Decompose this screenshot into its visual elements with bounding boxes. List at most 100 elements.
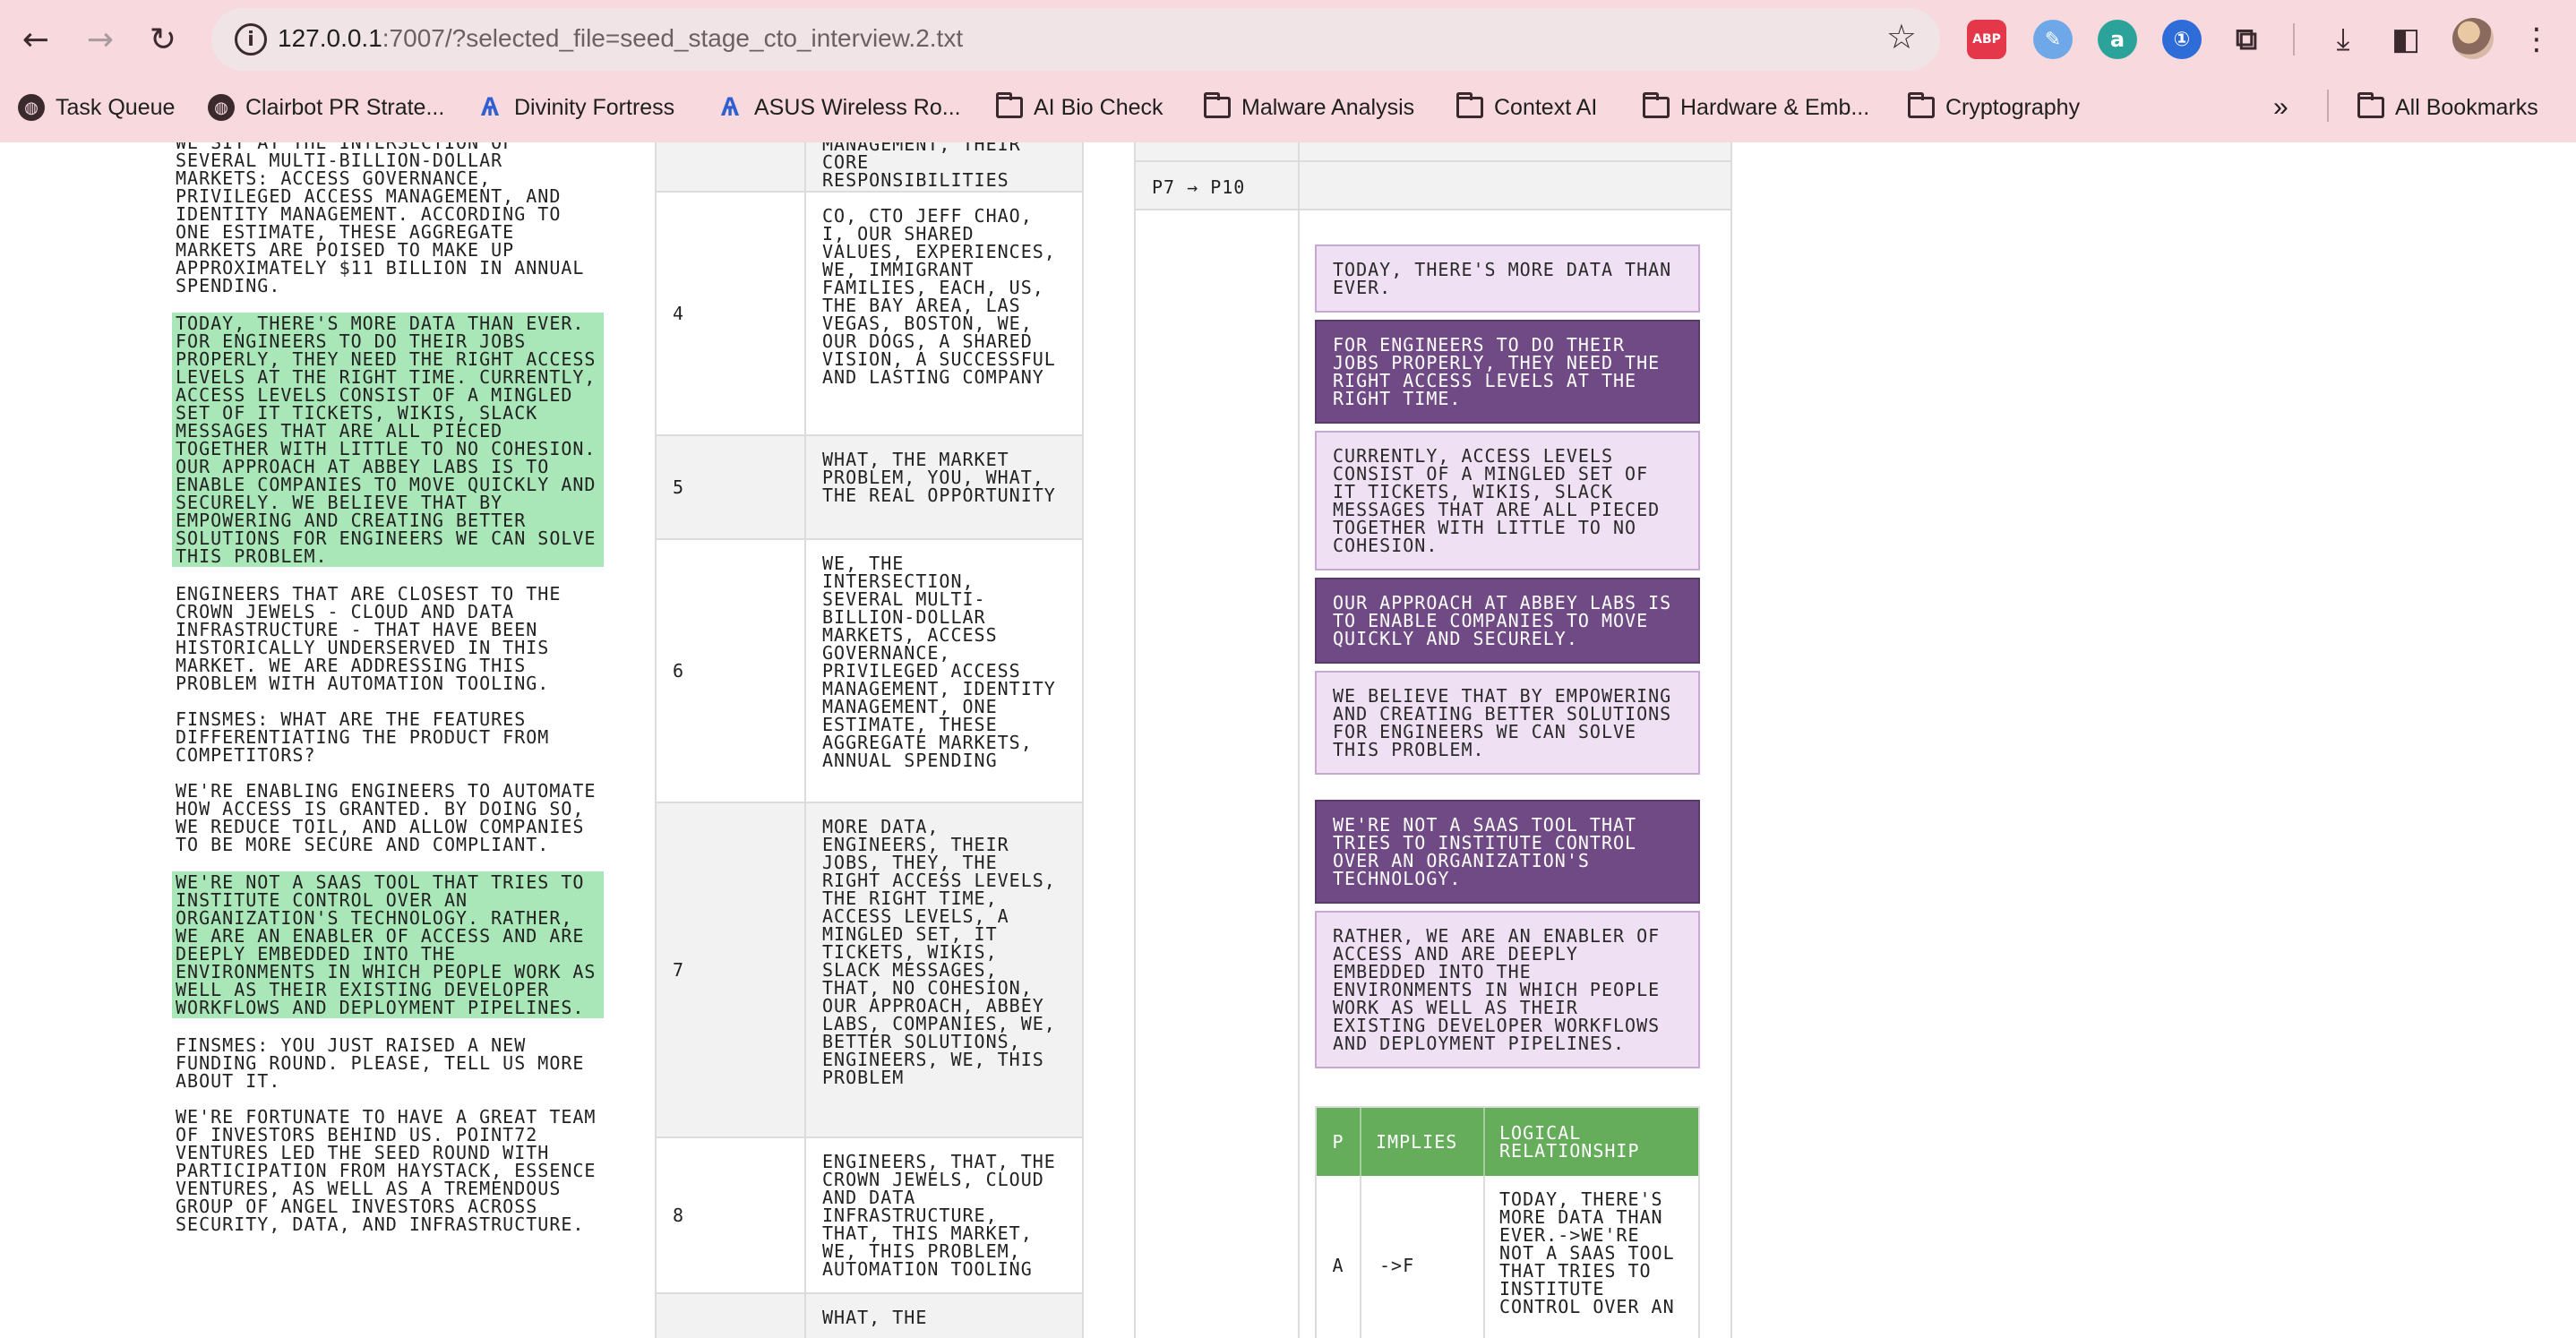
table-row[interactable]: 7 more data, engineers, their jobs, they… xyxy=(657,803,1082,1138)
download-icon[interactable]: ⤓ xyxy=(2322,18,2365,61)
page-content: We sit at the intersection of several mu… xyxy=(0,142,2576,1338)
row-number: 7 xyxy=(657,803,806,1136)
row-number: 4 xyxy=(657,193,806,434)
bookmark-label: Context AI xyxy=(1494,94,1598,120)
bookmark-star-icon[interactable]: ☆ xyxy=(1886,17,1917,56)
divider xyxy=(1136,160,1730,162)
cell-relationship: Today, there's more data than ever.->We'… xyxy=(1499,1188,1675,1317)
dragonfly-icon: Ѧ xyxy=(720,92,739,122)
forward-button[interactable]: → xyxy=(77,16,124,63)
row-number xyxy=(657,142,806,191)
bookmark-folder-cryptography[interactable]: Cryptography xyxy=(1908,90,2080,125)
bookmark-folder-malware-analysis[interactable]: Malware Analysis xyxy=(1204,90,1414,125)
chevron-double-right-icon: » xyxy=(2273,92,2288,122)
sentence-card[interactable]: Our approach at Abbey Labs is to enable … xyxy=(1315,578,1700,664)
bookmark-label: Divinity Fortress xyxy=(514,94,675,120)
dragonfly-icon: Ѧ xyxy=(480,92,499,122)
extensions-puzzle-icon[interactable]: ⧉ xyxy=(2227,20,2266,59)
amazon-assistant-extension-icon[interactable]: a xyxy=(2098,20,2137,59)
table-row[interactable]: 5 what, the market problem, you, what, t… xyxy=(657,436,1082,540)
table-row[interactable]: management, their core responsibilities xyxy=(657,142,1082,193)
paragraph-range-label[interactable]: P7 → P10 xyxy=(1152,176,1245,198)
implication-table-header: P Implies Logical Relationship xyxy=(1317,1108,1698,1176)
bookmark-asus-wireless[interactable]: Ѧ ASUS Wireless Ro... xyxy=(717,90,961,125)
highlighted-paragraph[interactable]: We're not a SaaS tool that tries to inst… xyxy=(172,871,604,1018)
row-text: what, the market problem, you, what, the… xyxy=(822,449,1056,506)
row-text: management, their core responsibilities xyxy=(822,142,1021,191)
folder-icon xyxy=(1908,92,1935,118)
all-bookmarks-button[interactable]: All Bookmarks xyxy=(2357,90,2538,125)
bookmarks-overflow-button[interactable]: » xyxy=(2273,90,2288,125)
bookmark-label: Hardware & Emb... xyxy=(1680,94,1870,120)
reload-button[interactable]: ↻ xyxy=(140,16,186,63)
menu-kebab-icon[interactable]: ⋮ xyxy=(2515,18,2558,61)
sentence-card[interactable]: Rather, we are an enabler of access and … xyxy=(1315,911,1700,1068)
column-header-p: P xyxy=(1317,1108,1361,1176)
folder-icon xyxy=(1643,92,1670,118)
table-row[interactable]: 4 Co, CTO Jeff Chao, I, our shared value… xyxy=(657,193,1082,436)
row-number: 8 xyxy=(657,1138,806,1292)
table-row[interactable]: 8 Engineers, that, the crown jewels, clo… xyxy=(657,1138,1082,1294)
sentence-card[interactable]: We believe that by empowering and creati… xyxy=(1315,671,1700,775)
bookmarks-bar: ◍ Task Queue ◍ Clairbot PR Strate... Ѧ D… xyxy=(0,82,2576,133)
back-button[interactable]: ← xyxy=(13,16,59,63)
browser-chrome: ← → ↻ i 127.0.0.1:7007/?selected_file=se… xyxy=(0,0,2576,142)
address-bar[interactable]: i 127.0.0.1:7007/?selected_file=seed_sta… xyxy=(211,8,1940,71)
cell-p: A xyxy=(1317,1176,1361,1338)
bookmark-clairbot[interactable]: ◍ Clairbot PR Strate... xyxy=(208,90,444,125)
bookmark-folder-ai-bio-check[interactable]: AI Bio Check xyxy=(996,90,1163,125)
row-text: Engineers, that, the crown jewels, cloud… xyxy=(822,1151,1056,1280)
row-text: more data, engineers, their jobs, they, … xyxy=(822,816,1056,1088)
site-info-icon[interactable]: i xyxy=(235,23,267,56)
logic-panel-header: P7 → P10 xyxy=(1136,142,1730,210)
document-paragraph: FinSMEs: You just raised a new funding r… xyxy=(176,1034,585,1092)
row-text: Co, CTO Jeff Chao, I, our shared values,… xyxy=(822,205,1056,388)
bookmark-label: ASUS Wireless Ro... xyxy=(754,94,961,120)
bookmark-task-queue[interactable]: ◍ Task Queue xyxy=(18,90,175,125)
bookmark-label: Malware Analysis xyxy=(1241,94,1415,120)
column-header-relationship: Logical Relationship xyxy=(1499,1122,1640,1162)
divider xyxy=(1298,210,1300,1338)
sentence-card[interactable]: For engineers to do their jobs properly,… xyxy=(1315,320,1700,424)
sentence-card[interactable]: Today, there's more data than ever. xyxy=(1315,244,1700,313)
globe-icon: ◍ xyxy=(208,94,235,121)
adblock-plus-extension-icon[interactable]: ABP xyxy=(1967,20,2006,59)
bookmark-folder-hardware[interactable]: Hardware & Emb... xyxy=(1643,90,1869,125)
folder-icon xyxy=(1204,92,1231,118)
browser-toolbar: ← → ↻ i 127.0.0.1:7007/?selected_file=se… xyxy=(0,0,2576,79)
bookmark-folder-context-ai[interactable]: Context AI xyxy=(1456,90,1597,125)
sentence-card[interactable]: We're not a SaaS tool that tries to inst… xyxy=(1315,800,1700,904)
document-paragraph: We sit at the intersection of several mu… xyxy=(176,142,585,296)
divider xyxy=(1298,142,1300,209)
table-row[interactable]: What, the xyxy=(657,1294,1082,1338)
pen-extension-icon[interactable]: ✎ xyxy=(2033,20,2073,59)
row-text: What, the xyxy=(822,1307,928,1328)
highlighted-paragraph[interactable]: Today, there's more data than ever. For … xyxy=(172,313,604,567)
password-manager-extension-icon[interactable]: ① xyxy=(2162,20,2202,59)
row-number: 5 xyxy=(657,436,806,538)
table-row[interactable]: 6 We, the intersection, several multi-bi… xyxy=(657,540,1082,803)
logic-panel: P7 → P10 Today, there's more data than e… xyxy=(1134,142,1732,1338)
table-row[interactable]: A ->F Today, there's more data than ever… xyxy=(1317,1176,1698,1338)
document-paragraph: FinSMEs: What are the features different… xyxy=(176,708,550,766)
sentence-card[interactable]: Currently, access levels consist of a mi… xyxy=(1315,431,1700,570)
bookmarks-divider xyxy=(2327,90,2329,122)
bookmark-label: All Bookmarks xyxy=(2395,94,2538,120)
url-path: :7007/?selected_file=seed_stage_cto_inte… xyxy=(382,24,964,52)
side-panel-icon[interactable]: ◧ xyxy=(2384,18,2427,61)
toolbar-divider xyxy=(2293,23,2295,56)
document-text-column: We sit at the intersection of several mu… xyxy=(172,142,604,1251)
url-text[interactable]: 127.0.0.1:7007/?selected_file=seed_stage… xyxy=(278,24,963,53)
document-paragraph: We're fortunate to have a great team of … xyxy=(176,1106,597,1235)
bookmark-label: Clairbot PR Strate... xyxy=(245,94,445,120)
row-text: We, the intersection, several multi-bill… xyxy=(822,553,1056,771)
noun-phrase-table: management, their core responsibilities … xyxy=(655,142,1084,1338)
cell-implies: ->F xyxy=(1361,1176,1485,1338)
profile-avatar[interactable] xyxy=(2452,18,2494,59)
folder-icon xyxy=(2357,92,2384,118)
globe-icon: ◍ xyxy=(18,94,45,121)
row-number: 6 xyxy=(657,540,806,802)
bookmark-divinity-fortress[interactable]: Ѧ Divinity Fortress xyxy=(477,90,674,125)
implication-table: P Implies Logical Relationship A ->F Tod… xyxy=(1315,1106,1700,1338)
folder-icon xyxy=(1456,92,1483,118)
